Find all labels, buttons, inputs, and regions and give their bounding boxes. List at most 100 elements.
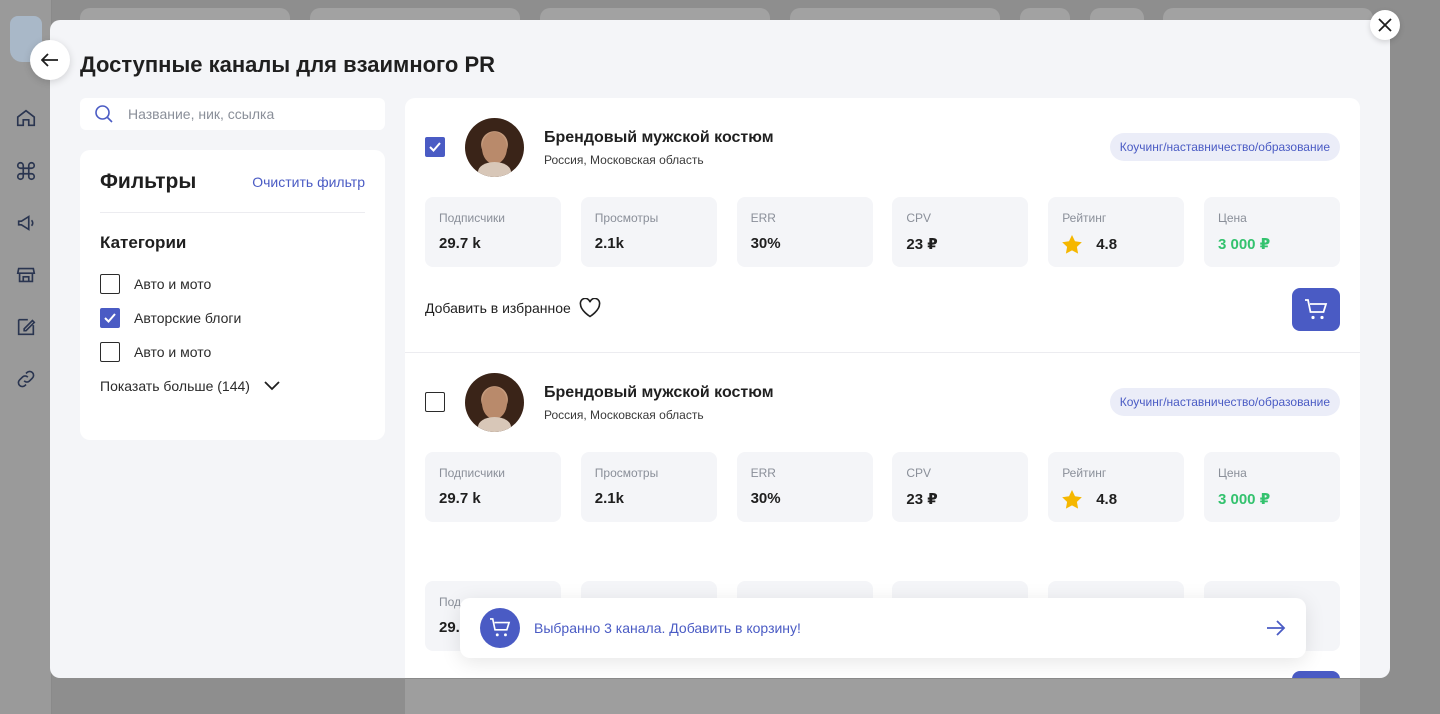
stat-label: CPV (906, 211, 932, 225)
channel-list: Брендовый мужской костюм Россия, Московс… (405, 98, 1360, 678)
stat-subscribers: Подписчики 29.7 k (425, 197, 561, 267)
stat-value: 2.1k (594, 235, 624, 252)
favorite-label: Добавить в избранное (425, 300, 571, 316)
stat-cpv: CPV 23 ₽ (892, 197, 1029, 267)
edit-icon (14, 315, 38, 339)
toast-message: Выбранно 3 канала. Добавить в корзину! (534, 620, 801, 636)
filters-title: Фильтры (100, 170, 197, 193)
stat-value: 23 ₽ (906, 491, 938, 508)
stat-rating-value: 4.8 (1062, 235, 1170, 254)
stat-value: 2.1k (594, 490, 624, 507)
stat-label: Подписчики (439, 211, 506, 225)
search-box[interactable] (80, 98, 385, 130)
link-icon (14, 367, 38, 391)
channel-select-checkbox[interactable] (425, 392, 445, 412)
category-checkbox[interactable] (100, 342, 120, 362)
clear-filter-link[interactable]: Очистить фильтр (252, 174, 365, 190)
stat-value: 30% (750, 235, 781, 252)
star-icon (1062, 490, 1082, 509)
category-checkbox[interactable] (100, 308, 120, 328)
categories-title: Категории (100, 233, 187, 252)
bg-list-strip (405, 678, 1360, 714)
stat-value: 29.7 k (439, 235, 481, 252)
chevron-down-icon (264, 381, 280, 391)
stat-cpv: CPV 23 ₽ (892, 452, 1029, 522)
rating-value: 4.8 (1096, 491, 1118, 508)
price-value: 3 000 ₽ (1217, 491, 1271, 508)
show-more-button[interactable]: Показать больше (144) (100, 369, 365, 403)
stat-rating: Рейтинг 4.8 (1048, 452, 1185, 522)
channel-region: Россия, Московская область (544, 153, 704, 167)
stat-label: Цена (1217, 466, 1247, 480)
stat-label: Цена (1217, 211, 1247, 225)
stat-value: 29.7 k (439, 490, 481, 507)
stat-value: 30% (750, 490, 781, 507)
filters-header: Фильтры Очистить фильтр (100, 170, 365, 213)
stat-label: Рейтинг (1062, 466, 1107, 480)
megaphone-icon (14, 211, 38, 235)
channel-name: Брендовый мужской костюм (544, 384, 774, 401)
close-icon (1378, 18, 1392, 32)
stat-err: ERR 30% (736, 452, 873, 522)
channel-avatar (465, 373, 524, 432)
add-to-cart-button[interactable] (1292, 671, 1340, 678)
category-option[interactable]: Авторские блоги (100, 301, 365, 335)
command-icon (14, 159, 38, 183)
stat-label: Рейтинг (1062, 211, 1107, 225)
check-icon (104, 313, 116, 323)
stat-label: Просмотры (594, 211, 659, 225)
category-label: Авто и мото (134, 344, 212, 360)
stat-err: ERR 30% (736, 197, 873, 267)
store-icon (14, 263, 38, 287)
channel-stats: Подписчики 29.7 k Просмотры 2.1k ERR 30% CP… (425, 197, 1340, 267)
stat-views: Просмотры 2.1k (580, 197, 717, 267)
category-tag: Коучинг/наставничество/образование (1109, 133, 1340, 161)
category-option[interactable]: Авто и мото (100, 335, 365, 369)
stat-subscribers: Подписчики 29.7 k (425, 452, 561, 522)
category-label: Авто и мото (134, 276, 212, 292)
close-button[interactable] (1370, 10, 1400, 40)
channel-region: Россия, Московская область (544, 408, 704, 422)
channel-card: Брендовый мужской костюм Россия, Московс… (405, 352, 1360, 606)
stat-rating: Рейтинг 4.8 (1048, 197, 1185, 267)
stat-views: Просмотры 2.1k (580, 452, 717, 522)
stat-label: ERR (750, 466, 776, 480)
check-icon (429, 142, 441, 152)
filters-panel: Фильтры Очистить фильтр Категории Авто и… (80, 150, 385, 440)
stat-label: ERR (750, 211, 776, 225)
modal-title: Доступные каналы для взаимного PR (80, 52, 496, 77)
app-sidebar (0, 0, 52, 714)
add-to-favorites-button[interactable]: Добавить в избранное (425, 298, 601, 318)
channel-avatar (465, 118, 524, 177)
category-checkbox[interactable] (100, 274, 120, 294)
stat-value: 23 ₽ (906, 236, 938, 253)
search-icon (95, 105, 113, 123)
stat-price: Цена 3 000 ₽ (1203, 452, 1340, 522)
search-input[interactable] (128, 106, 368, 122)
price-value: 3 000 ₽ (1217, 236, 1271, 253)
add-to-cart-button[interactable] (1292, 288, 1340, 331)
stat-label: Просмотры (594, 466, 659, 480)
star-icon (1062, 235, 1082, 254)
cart-toast[interactable]: Выбранно 3 канала. Добавить в корзину! (460, 598, 1306, 658)
arrow-left-icon (41, 53, 58, 67)
channel-name: Брендовый мужской костюм (544, 129, 774, 146)
arrow-right-icon[interactable] (1266, 620, 1286, 636)
channel-card: Брендовый мужской костюм Россия, Московс… (405, 98, 1360, 352)
category-tag: Коучинг/наставничество/образование (1109, 388, 1340, 416)
stat-price: Цена 3 000 ₽ (1203, 197, 1340, 267)
home-icon (14, 106, 38, 130)
channel-select-checkbox[interactable] (425, 137, 445, 157)
stat-label: Подписчики (439, 466, 506, 480)
channels-modal: Доступные каналы для взаимного PR Фильтр… (50, 20, 1390, 678)
stat-rating-value: 4.8 (1062, 490, 1170, 509)
category-label: Авторские блоги (134, 310, 242, 326)
heart-icon (579, 298, 601, 318)
category-option[interactable]: Авто и мото (100, 267, 365, 301)
cart-icon (1305, 298, 1328, 319)
cart-icon (480, 608, 520, 648)
show-more-label: Показать больше (144) (100, 378, 250, 394)
channel-stats: Подписчики 29.7 k Просмотры 2.1k ERR 30% CP… (425, 452, 1340, 522)
back-button[interactable] (30, 40, 70, 80)
rating-value: 4.8 (1096, 236, 1118, 253)
